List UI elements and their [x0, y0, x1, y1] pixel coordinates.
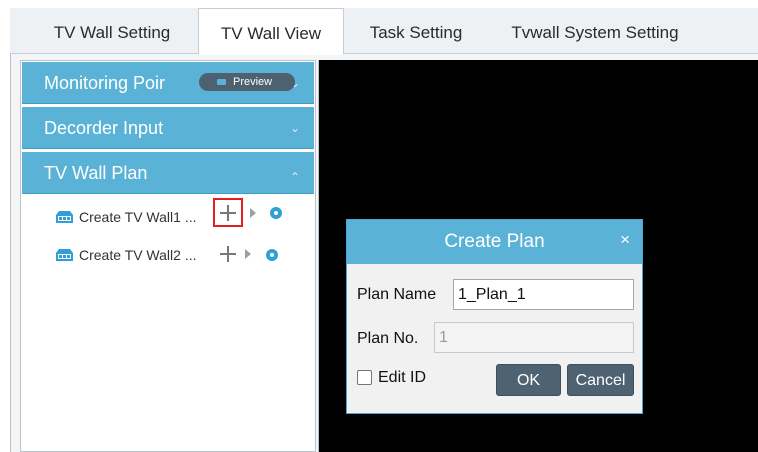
play-icon[interactable] [250, 208, 256, 218]
close-icon[interactable]: × [620, 220, 630, 260]
camera-icon [217, 79, 226, 85]
plan-name-field[interactable]: 1_Plan_1 [453, 279, 634, 310]
tree-item-tv-wall-2[interactable]: Create TV Wall2 ... [56, 245, 216, 265]
edit-id-checkbox[interactable] [357, 370, 372, 385]
gear-icon[interactable] [266, 249, 278, 261]
plan-no-label: Plan No. [357, 330, 419, 347]
tab-tv-wall-setting[interactable]: TV Wall Setting [32, 8, 192, 54]
play-icon[interactable] [245, 249, 251, 259]
ok-button[interactable]: OK [496, 364, 561, 396]
add-plan-icon[interactable] [220, 246, 236, 262]
tree-item-tv-wall-1[interactable]: Create TV Wall1 ... [56, 207, 216, 227]
accordion-decoder-input[interactable]: Decorder Input ⌄ [22, 107, 314, 149]
accordion-label: TV Wall Plan [44, 163, 148, 183]
tv-wall-icon [56, 211, 73, 223]
accordion-label: Decorder Input [44, 118, 164, 138]
plan-name-label: Plan Name [357, 286, 437, 303]
plan-no-field: 1 [434, 322, 634, 353]
preview-label: Preview [233, 76, 273, 88]
tab-bar: TV Wall Setting TV Wall View Task Settin… [10, 8, 758, 55]
preview-button[interactable]: Preview [199, 73, 295, 91]
tree-item-label: Create TV Wall2 ... [79, 247, 197, 263]
accordion-tv-wall-plan[interactable]: TV Wall Plan ⌃ [22, 152, 314, 194]
highlight-box [213, 198, 243, 227]
dialog-header: Create Plan × [347, 220, 642, 264]
cancel-button[interactable]: Cancel [567, 364, 634, 396]
tab-tvwall-system-setting[interactable]: Tvwall System Setting [490, 8, 700, 54]
tab-task-setting[interactable]: Task Setting [354, 8, 478, 54]
chevron-down-icon: ⌄ [289, 121, 300, 135]
tree-item-label: Create TV Wall1 ... [79, 209, 197, 225]
dialog-title: Create Plan [444, 231, 545, 252]
tv-wall-icon [56, 249, 73, 261]
accordion-label: Monitoring Poir [44, 73, 166, 93]
chevron-up-icon: ⌃ [289, 170, 300, 184]
tab-tv-wall-view[interactable]: TV Wall View [198, 8, 344, 55]
gear-icon[interactable] [270, 207, 282, 219]
edit-id-label: Edit ID [378, 369, 427, 386]
